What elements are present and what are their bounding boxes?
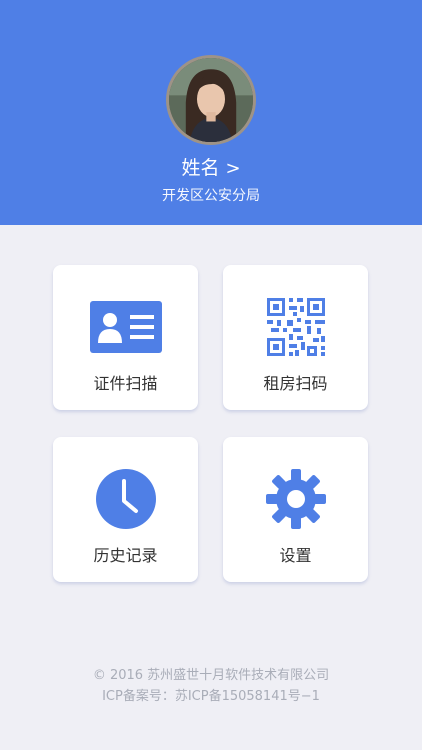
id-scan-button[interactable]: 证件扫描 bbox=[53, 265, 198, 410]
id-scan-label: 证件扫描 bbox=[93, 374, 158, 393]
avatar[interactable] bbox=[166, 55, 256, 145]
rental-scan-button[interactable]: 租房扫码 bbox=[223, 265, 368, 410]
qr-code-icon bbox=[266, 298, 325, 356]
profile-name: 姓名 bbox=[181, 157, 220, 179]
gear-icon bbox=[265, 469, 326, 529]
clock-icon bbox=[95, 469, 156, 529]
icp-text: ICP备案号：苏ICP备15058141号−1 bbox=[102, 689, 320, 704]
profile-department: 开发区公安分局 bbox=[162, 188, 260, 204]
rental-scan-label: 租房扫码 bbox=[263, 374, 328, 393]
profile-name-row[interactable]: 姓名 > bbox=[0, 155, 422, 181]
id-card-icon bbox=[89, 301, 162, 353]
settings-label: 设置 bbox=[279, 546, 312, 565]
chevron-right-icon: > bbox=[225, 158, 241, 179]
copyright-text: © 2016 苏州盛世十月软件技术有限公司 bbox=[92, 668, 330, 683]
settings-button[interactable]: 设置 bbox=[223, 437, 368, 582]
history-button[interactable]: 历史记录 bbox=[53, 437, 198, 582]
footer: © 2016 苏州盛世十月软件技术有限公司 ICP备案号：苏ICP备150581… bbox=[0, 665, 422, 707]
history-label: 历史记录 bbox=[93, 546, 158, 565]
profile-header: 姓名 > 开发区公安分局 bbox=[0, 0, 422, 225]
user-avatar-photo bbox=[169, 58, 253, 142]
